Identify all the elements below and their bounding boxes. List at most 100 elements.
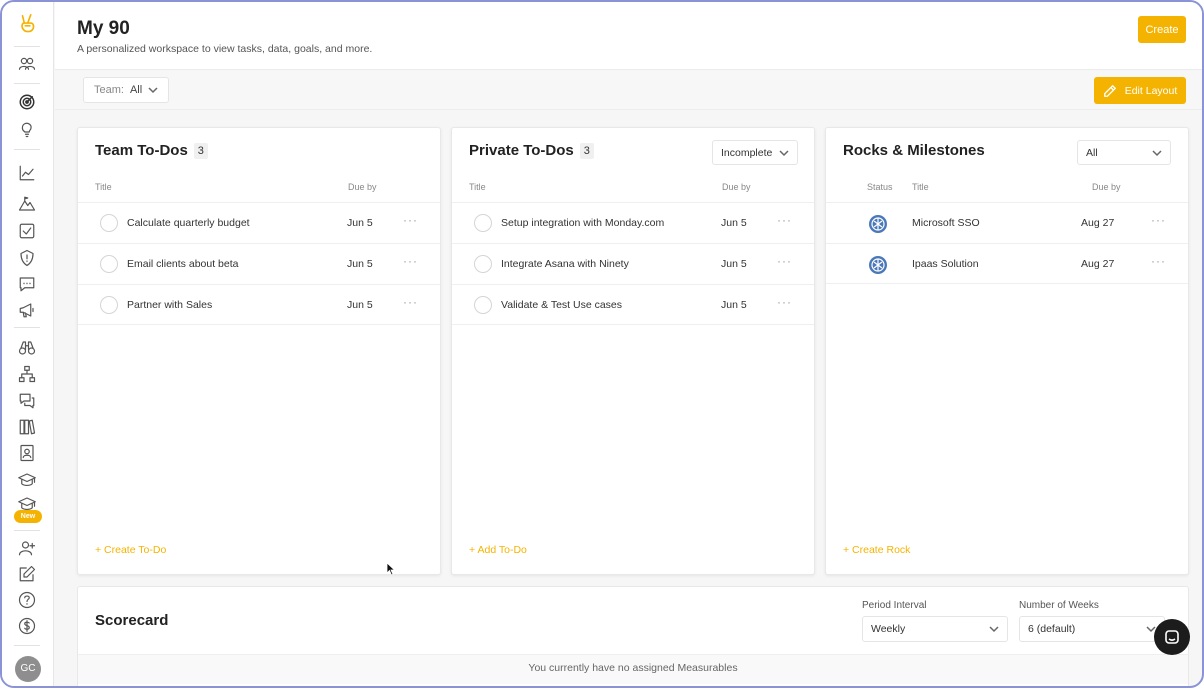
contact-card-icon[interactable] (16, 442, 38, 464)
team-todos-title: Team To-Dos (95, 142, 188, 159)
page-subtitle: A personalized workspace to view tasks, … (77, 43, 373, 55)
column-header-due: Due by (1092, 182, 1121, 192)
todo-title: Partner with Sales (127, 299, 213, 311)
avatar[interactable]: GC (15, 656, 41, 682)
table-row[interactable]: Microsoft SSO Aug 27 ··· (826, 202, 1188, 243)
complete-checkbox[interactable] (100, 255, 118, 273)
books-icon[interactable] (16, 416, 38, 438)
column-header-title: Title (912, 182, 929, 192)
on-track-status-icon[interactable] (868, 214, 888, 234)
more-options-icon[interactable]: ··· (403, 254, 418, 268)
dollar-icon[interactable] (16, 615, 38, 637)
team-filter-label: Team: (94, 84, 124, 96)
column-header-title: Title (95, 182, 112, 192)
todo-title: Setup integration with Monday.com (501, 217, 665, 229)
lightbulb-icon[interactable] (16, 118, 38, 140)
chevron-down-icon (779, 149, 789, 156)
checkbox-icon[interactable] (16, 220, 38, 242)
todo-title: Calculate quarterly budget (127, 217, 250, 229)
app-frame: New GC My 90 A personalized workspace to… (0, 0, 1204, 688)
chat-launcher-button[interactable] (1154, 619, 1190, 655)
rock-due: Aug 27 (1081, 258, 1115, 270)
rocks-filter-value: All (1086, 146, 1098, 159)
complete-checkbox[interactable] (474, 255, 492, 273)
line-chart-icon[interactable] (16, 162, 38, 184)
period-interval-select[interactable]: Weekly (862, 616, 1008, 642)
team-filter-select[interactable]: Team: All (83, 77, 170, 103)
private-todos-title: Private To-Dos (469, 142, 574, 159)
peace-logo-icon[interactable] (16, 12, 40, 36)
page-title: My 90 (77, 18, 130, 39)
complete-checkbox[interactable] (474, 214, 492, 232)
todo-title: Email clients about beta (127, 258, 239, 270)
shield-alert-icon[interactable] (16, 247, 38, 269)
more-options-icon[interactable]: ··· (1151, 254, 1166, 268)
period-interval-value: Weekly (871, 623, 906, 635)
complete-checkbox[interactable] (100, 214, 118, 232)
table-row[interactable]: Integrate Asana with Ninety Jun 5 ··· (452, 243, 814, 284)
mouse-cursor-icon (386, 562, 396, 576)
chat-bubble-icon[interactable] (16, 273, 38, 295)
empty-measurables-message: You currently have no assigned Measurabl… (78, 654, 1188, 684)
todo-due: Jun 5 (347, 299, 373, 311)
pencil-icon (1103, 84, 1116, 97)
todo-title: Validate & Test Use cases (501, 299, 623, 311)
add-todo-link[interactable]: + Add To-Do (469, 544, 527, 556)
column-header-due: Due by (722, 182, 751, 192)
status-filter-value: Incomplete (721, 146, 773, 159)
edit-layout-label: Edit Layout (1124, 84, 1178, 97)
rocks-card: Rocks & Milestones All Status Title Due … (825, 127, 1189, 575)
on-track-status-icon[interactable] (868, 255, 888, 275)
create-button[interactable]: Create (1138, 16, 1186, 43)
create-rock-link[interactable]: + Create Rock (843, 544, 910, 556)
number-of-weeks-label: Number of Weeks (1019, 600, 1099, 611)
todo-due: Jun 5 (347, 217, 373, 229)
more-options-icon[interactable]: ··· (403, 295, 418, 309)
card-title: Team To-Dos 3 (95, 142, 208, 159)
table-row[interactable]: Email clients about beta Jun 5 ··· (78, 243, 440, 284)
target-icon[interactable] (16, 91, 38, 113)
team-todos-card: Team To-Dos 3 Title Due by Calculate qua… (77, 127, 441, 575)
graduation-cap-icon[interactable] (16, 469, 38, 491)
help-icon[interactable] (16, 589, 38, 611)
discussion-icon[interactable] (16, 390, 38, 412)
scorecard-card: Scorecard Period Interval Weekly Number … (77, 586, 1189, 686)
table-row[interactable]: Calculate quarterly budget Jun 5 ··· (78, 202, 440, 243)
table-row[interactable]: Ipaas Solution Aug 27 ··· (826, 243, 1188, 284)
column-header-status: Status (867, 182, 893, 192)
mountain-icon[interactable] (16, 193, 38, 215)
more-options-icon[interactable]: ··· (777, 213, 792, 227)
page-header: My 90 A personalized workspace to view t… (55, 2, 1202, 70)
complete-checkbox[interactable] (100, 296, 118, 314)
complete-checkbox[interactable] (474, 296, 492, 314)
edit-layout-button[interactable]: Edit Layout (1094, 77, 1186, 104)
period-interval-label: Period Interval (862, 600, 927, 611)
filter-bar: Team: All Edit Layout (55, 71, 1202, 110)
more-options-icon[interactable]: ··· (403, 213, 418, 227)
count-badge: 3 (193, 142, 208, 159)
megaphone-icon[interactable] (16, 299, 38, 321)
status-filter-select[interactable]: Incomplete (712, 140, 798, 165)
more-options-icon[interactable]: ··· (777, 295, 792, 309)
chevron-down-icon (1152, 149, 1162, 156)
card-title: Private To-Dos 3 (469, 142, 594, 159)
people-icon[interactable] (16, 53, 38, 75)
edit-note-icon[interactable] (16, 563, 38, 585)
todo-due: Jun 5 (721, 217, 747, 229)
chevron-down-icon (989, 626, 999, 633)
more-options-icon[interactable]: ··· (1151, 213, 1166, 227)
create-todo-link[interactable]: + Create To-Do (95, 544, 166, 556)
card-title: Rocks & Milestones (843, 142, 985, 159)
chevron-down-icon (148, 87, 158, 94)
table-row[interactable]: Validate & Test Use cases Jun 5 ··· (452, 284, 814, 325)
add-user-icon[interactable] (16, 537, 38, 559)
table-row[interactable]: Partner with Sales Jun 5 ··· (78, 284, 440, 325)
private-todos-card: Private To-Dos 3 Incomplete Title Due by… (451, 127, 815, 575)
number-of-weeks-select[interactable]: 6 (default) (1019, 616, 1165, 642)
org-chart-icon[interactable] (16, 363, 38, 385)
count-badge: 3 (579, 142, 594, 159)
binoculars-icon[interactable] (16, 337, 38, 359)
more-options-icon[interactable]: ··· (777, 254, 792, 268)
rocks-filter-select[interactable]: All (1077, 140, 1171, 165)
table-row[interactable]: Setup integration with Monday.com Jun 5 … (452, 202, 814, 243)
